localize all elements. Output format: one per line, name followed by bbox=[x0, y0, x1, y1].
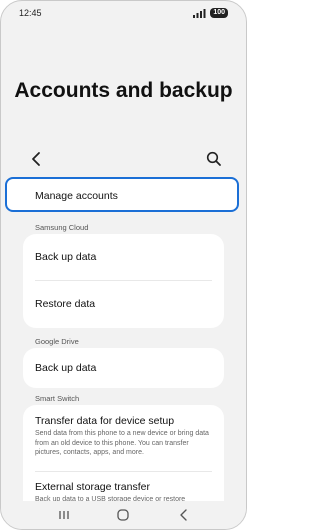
status-time: 12:45 bbox=[19, 8, 42, 18]
smart-switch-card: Transfer data for device setup Send data… bbox=[23, 405, 224, 505]
samsung-cloud-card: Back up data Restore data bbox=[23, 234, 224, 328]
section-header-google-drive: Google Drive bbox=[35, 337, 79, 346]
transfer-data-item[interactable]: Transfer data for device setup Send data… bbox=[23, 405, 224, 471]
recents-icon[interactable] bbox=[56, 508, 72, 522]
home-icon[interactable] bbox=[115, 508, 131, 522]
restore-data-label: Restore data bbox=[35, 298, 96, 310]
restore-data-item[interactable]: Restore data bbox=[23, 281, 224, 327]
google-back-up-data-item[interactable]: Back up data bbox=[23, 348, 224, 388]
nav-back-icon[interactable] bbox=[176, 508, 192, 522]
toolbar bbox=[1, 149, 246, 169]
google-back-up-data-label: Back up data bbox=[35, 362, 97, 374]
page-title: Accounts and backup bbox=[14, 79, 233, 102]
navigation-bar bbox=[1, 501, 246, 529]
status-icons: 100 bbox=[193, 8, 228, 18]
phone-frame: 12:45 100 Accounts and backup Manage acc… bbox=[0, 0, 247, 530]
back-up-data-label: Back up data bbox=[35, 251, 97, 263]
back-up-data-item[interactable]: Back up data bbox=[23, 234, 224, 280]
manage-accounts-item[interactable]: Manage accounts bbox=[5, 177, 239, 212]
section-header-samsung-cloud: Samsung Cloud bbox=[35, 223, 89, 232]
section-header-smart-switch: Smart Switch bbox=[35, 394, 80, 403]
external-storage-item[interactable]: External storage transfer Back up data t… bbox=[23, 472, 224, 505]
status-bar: 12:45 100 bbox=[1, 1, 246, 25]
signal-icon bbox=[193, 8, 206, 18]
transfer-data-description: Send data from this phone to a new devic… bbox=[35, 430, 209, 456]
external-storage-label: External storage transfer bbox=[35, 481, 150, 493]
search-icon[interactable] bbox=[204, 149, 224, 169]
google-drive-card: Back up data bbox=[23, 348, 224, 388]
transfer-data-label: Transfer data for device setup bbox=[35, 415, 175, 427]
back-icon[interactable] bbox=[27, 149, 47, 169]
battery-icon: 100 bbox=[210, 8, 228, 18]
manage-accounts-label: Manage accounts bbox=[35, 190, 118, 202]
